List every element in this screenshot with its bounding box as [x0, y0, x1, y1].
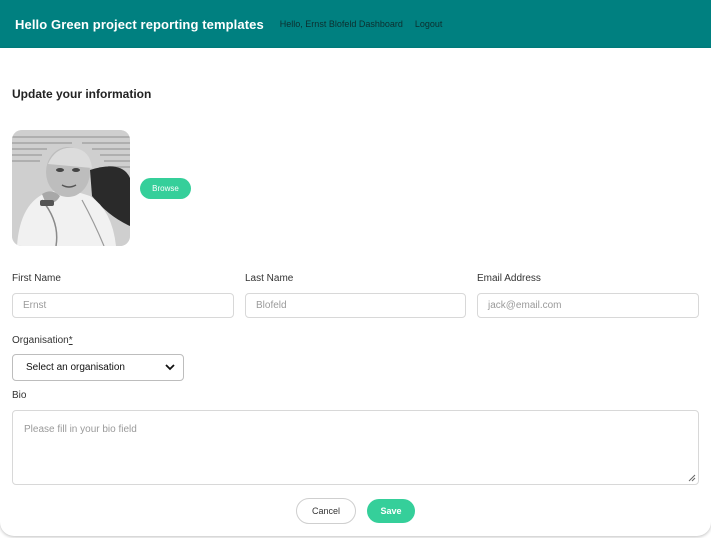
avatar — [12, 130, 130, 246]
cancel-button[interactable]: Cancel — [296, 498, 356, 524]
bio-textarea[interactable]: Please fill in your bio field — [12, 410, 699, 485]
first-name-placeholder: Ernst — [23, 300, 47, 311]
organisation-label: Organisation* — [12, 335, 73, 346]
chevron-down-icon — [165, 364, 175, 371]
nav-greeting-text: Hello, Ernst Blofeld — [279, 19, 357, 29]
required-marker: * — [68, 335, 73, 346]
first-name-label: First Name — [12, 273, 61, 284]
nav-greeting: Hello, Ernst Blofeld Dashboard — [280, 19, 403, 29]
email-field[interactable]: jack@email.com — [477, 293, 699, 318]
nav-dashboard-link[interactable]: Dashboard — [359, 19, 403, 29]
avatar-portrait-image — [12, 130, 130, 246]
last-name-field[interactable]: Blofeld — [245, 293, 466, 318]
page-title: Update your information — [12, 87, 152, 101]
brand-title[interactable]: Hello Green project reporting templates — [15, 17, 264, 32]
nav-logout-link[interactable]: Logout — [415, 19, 443, 29]
save-button[interactable]: Save — [367, 499, 415, 523]
resize-handle-icon[interactable] — [688, 474, 696, 482]
browse-button[interactable]: Browse — [140, 178, 191, 199]
bio-label: Bio — [12, 390, 27, 401]
email-placeholder: jack@email.com — [488, 300, 562, 311]
email-label: Email Address — [477, 273, 541, 284]
last-name-placeholder: Blofeld — [256, 300, 287, 311]
last-name-label: Last Name — [245, 273, 294, 284]
organisation-label-text: Organisation — [12, 335, 69, 346]
first-name-field[interactable]: Ernst — [12, 293, 234, 318]
organisation-selected-value: Select an organisation — [26, 362, 125, 373]
organisation-select[interactable]: Select an organisation — [12, 354, 184, 381]
bio-placeholder: Please fill in your bio field — [24, 424, 137, 435]
top-navbar: Hello Green project reporting templates … — [0, 0, 711, 48]
